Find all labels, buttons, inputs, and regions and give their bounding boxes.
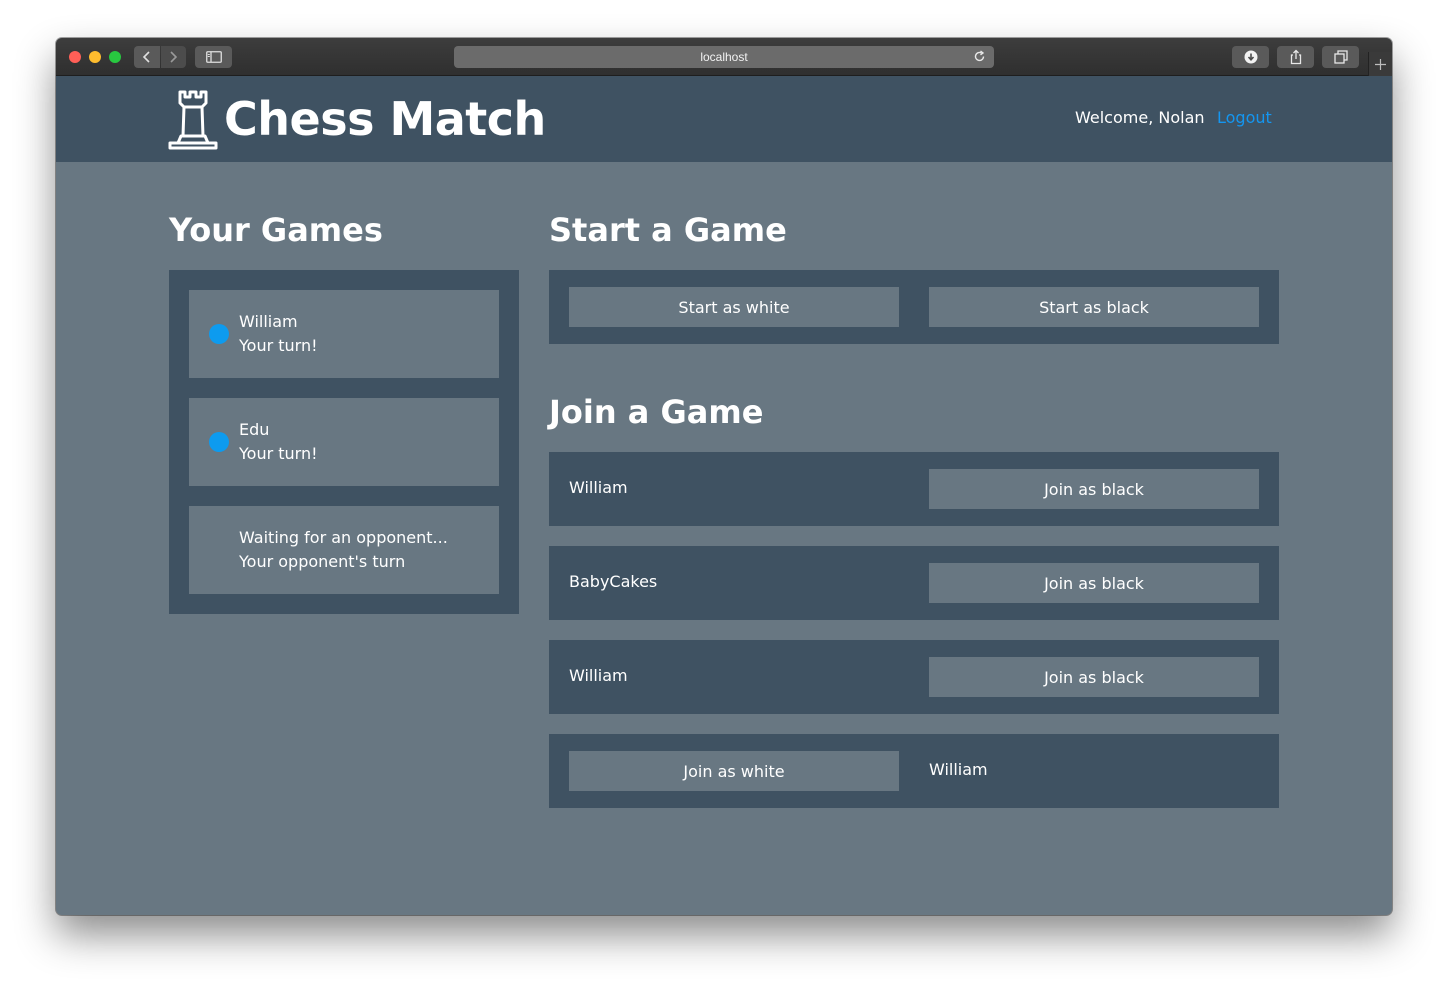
chevron-left-icon bbox=[142, 51, 150, 63]
join-as-black-button[interactable]: Join as black bbox=[929, 469, 1259, 509]
game-card[interactable]: Waiting for an opponent... Your opponent… bbox=[189, 506, 499, 594]
your-turn-indicator bbox=[209, 324, 229, 344]
join-as-black-button[interactable]: Join as black bbox=[929, 657, 1259, 697]
join-as-white-button[interactable]: Join as white bbox=[569, 751, 899, 791]
sidebar-icon bbox=[205, 51, 222, 63]
history-nav bbox=[134, 46, 186, 68]
start-game-heading: Start a Game bbox=[549, 211, 787, 249]
your-turn-indicator bbox=[209, 432, 229, 452]
your-games-heading: Your Games bbox=[169, 211, 383, 249]
site-title: Chess Match bbox=[224, 92, 546, 146]
open-game-row: William Join as black bbox=[549, 452, 1279, 526]
open-game-row: William Join as black bbox=[549, 640, 1279, 714]
chevron-right-icon bbox=[170, 51, 178, 63]
tabs-overview-button[interactable] bbox=[1322, 46, 1359, 68]
brand[interactable]: Chess Match bbox=[168, 88, 546, 150]
address-url: localhost bbox=[700, 50, 748, 64]
open-game-row: Join as white William bbox=[549, 734, 1279, 808]
open-game-row: BabyCakes Join as black bbox=[549, 546, 1279, 620]
tabs-icon bbox=[1333, 50, 1348, 64]
game-card[interactable]: William Your turn! bbox=[189, 290, 499, 378]
share-icon bbox=[1290, 49, 1301, 65]
close-window-button[interactable] bbox=[69, 51, 81, 63]
your-games-panel: William Your turn! Edu Your turn! Waitin… bbox=[169, 270, 519, 614]
minimize-window-button[interactable] bbox=[89, 51, 101, 63]
downloads-button[interactable] bbox=[1232, 46, 1269, 68]
game-status: Your turn! bbox=[239, 444, 318, 463]
address-bar[interactable]: localhost bbox=[454, 46, 994, 68]
welcome-text: Welcome, Nolan bbox=[1075, 108, 1205, 127]
sidebar-toggle-button[interactable] bbox=[195, 46, 232, 68]
plus-icon bbox=[1375, 58, 1386, 70]
rook-icon bbox=[168, 90, 218, 150]
game-status: Your turn! bbox=[239, 336, 318, 355]
share-button[interactable] bbox=[1277, 46, 1314, 68]
download-icon bbox=[1244, 50, 1257, 64]
back-button[interactable] bbox=[134, 46, 160, 68]
game-opponent: Edu bbox=[239, 420, 270, 439]
start-as-white-button[interactable]: Start as white bbox=[569, 287, 899, 327]
browser-window: localhost Chess Match Welcome, Nolan Log… bbox=[56, 38, 1392, 915]
start-game-panel: Start as white Start as black bbox=[549, 270, 1279, 344]
site-header: Chess Match Welcome, Nolan Logout bbox=[56, 76, 1392, 162]
logout-link[interactable]: Logout bbox=[1217, 108, 1272, 127]
forward-button[interactable] bbox=[160, 46, 186, 68]
game-opponent: William bbox=[239, 312, 298, 331]
join-game-heading: Join a Game bbox=[549, 393, 764, 431]
new-tab-button[interactable] bbox=[1368, 52, 1392, 76]
open-game-player: William bbox=[929, 760, 988, 779]
browser-toolbar: localhost bbox=[56, 38, 1392, 76]
open-game-player: William bbox=[569, 478, 628, 497]
game-status: Your opponent's turn bbox=[239, 552, 406, 571]
game-card[interactable]: Edu Your turn! bbox=[189, 398, 499, 486]
start-as-black-button[interactable]: Start as black bbox=[929, 287, 1259, 327]
game-opponent: Waiting for an opponent... bbox=[239, 528, 448, 547]
join-as-black-button[interactable]: Join as black bbox=[929, 563, 1259, 603]
open-game-player: BabyCakes bbox=[569, 572, 658, 591]
zoom-window-button[interactable] bbox=[109, 51, 121, 63]
reload-icon[interactable] bbox=[973, 50, 986, 66]
open-game-player: William bbox=[569, 666, 628, 685]
